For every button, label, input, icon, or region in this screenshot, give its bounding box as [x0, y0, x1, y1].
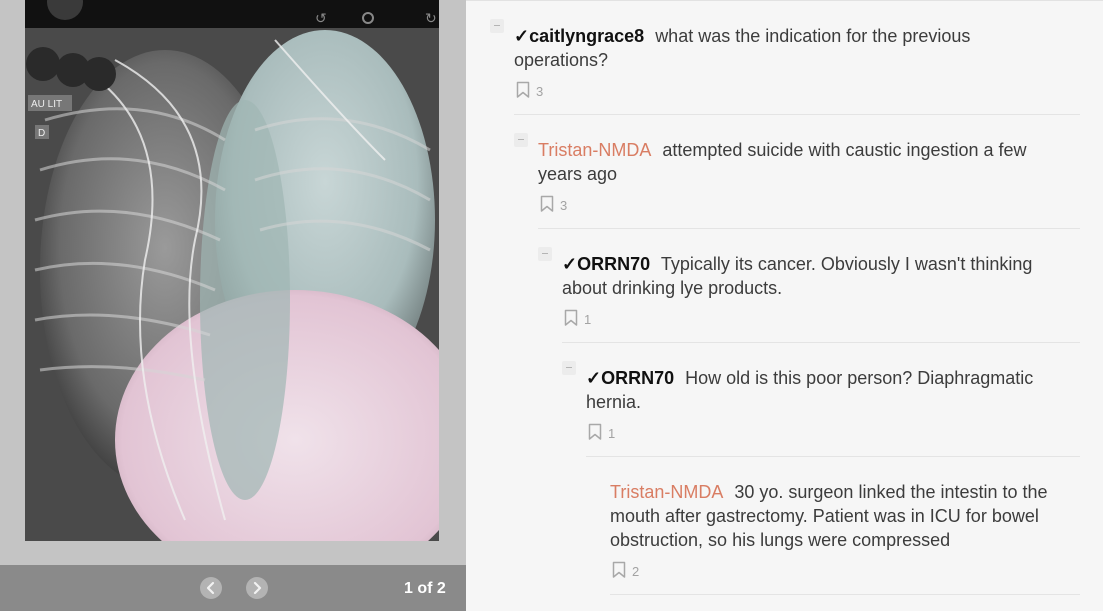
next-image-button[interactable] — [246, 577, 268, 599]
comment-divider — [586, 456, 1080, 457]
comment-meta: 3 — [538, 194, 1073, 214]
svg-text:↻: ↻ — [425, 11, 437, 27]
collapse-thread-button[interactable] — [562, 361, 576, 375]
comment-body: ✓ORRN70 How old is this poor person? Dia… — [586, 366, 1074, 414]
collapse-thread-button[interactable] — [490, 19, 504, 33]
chest-xray-image: AU LIT D ↺ ↻ — [25, 0, 439, 541]
save-count: 1 — [608, 426, 616, 441]
comment-body: ✓ORRN70 Typically its cancer. Obviously … — [562, 252, 1074, 300]
bookmark-icon[interactable] — [588, 423, 602, 441]
comment: Tristan-NMDA 30 yo. surgeon linked the i… — [610, 480, 1070, 580]
comment-meta: 1 — [586, 422, 1074, 442]
save-count: 3 — [536, 84, 544, 99]
comment-meta: 3 — [514, 80, 1054, 100]
xray-side-marker: D — [38, 128, 45, 139]
collapse-thread-button[interactable] — [514, 133, 528, 147]
save-count: 1 — [584, 312, 592, 327]
comment-meta: 2 — [610, 560, 1070, 580]
comment-body: Tristan-NMDA 30 yo. surgeon linked the i… — [610, 480, 1070, 552]
comment: ✓ORRN70 How old is this poor person? Dia… — [562, 361, 1074, 442]
image-viewer: AU LIT D ↺ ↻ 1 of 2 — [0, 0, 466, 611]
chevron-left-icon — [206, 581, 215, 595]
comment-author[interactable]: Tristan-NMDA — [610, 482, 723, 502]
comment: ✓ORRN70 Typically its cancer. Obviously … — [538, 247, 1074, 328]
chevron-right-icon — [253, 581, 262, 595]
comment-author[interactable]: ✓caitlyngrace8 — [514, 26, 644, 46]
comment-divider — [514, 114, 1080, 115]
comment-divider — [610, 594, 1080, 595]
comment-author[interactable]: Tristan-NMDA — [538, 140, 651, 160]
bookmark-icon[interactable] — [540, 195, 554, 213]
bookmark-icon[interactable] — [516, 81, 530, 99]
save-count: 2 — [632, 564, 640, 579]
comment-divider — [538, 228, 1080, 229]
previous-image-button[interactable] — [200, 577, 222, 599]
svg-text:↺: ↺ — [315, 11, 327, 27]
bookmark-icon[interactable] — [564, 309, 578, 327]
comment: Tristan-NMDA attempted suicide with caus… — [514, 133, 1073, 214]
viewer-footer: 1 of 2 — [0, 565, 466, 611]
comment-divider — [562, 342, 1080, 343]
collapse-thread-button[interactable] — [538, 247, 552, 261]
comment-author[interactable]: ✓ORRN70 — [562, 254, 650, 274]
bookmark-icon[interactable] — [612, 561, 626, 579]
save-count: 3 — [560, 198, 568, 213]
comment-meta: 1 — [562, 308, 1074, 328]
comment: ✓caitlyngrace8 what was the indication f… — [490, 19, 1054, 100]
comment-body: Tristan-NMDA attempted suicide with caus… — [538, 138, 1073, 186]
comments-panel: ✓caitlyngrace8 what was the indication f… — [466, 0, 1103, 611]
comment-body: ✓caitlyngrace8 what was the indication f… — [514, 24, 1054, 72]
comment-author[interactable]: ✓ORRN70 — [586, 368, 674, 388]
page-counter: 1 of 2 — [404, 580, 446, 597]
xray-marker-label: AU LIT — [31, 99, 62, 110]
